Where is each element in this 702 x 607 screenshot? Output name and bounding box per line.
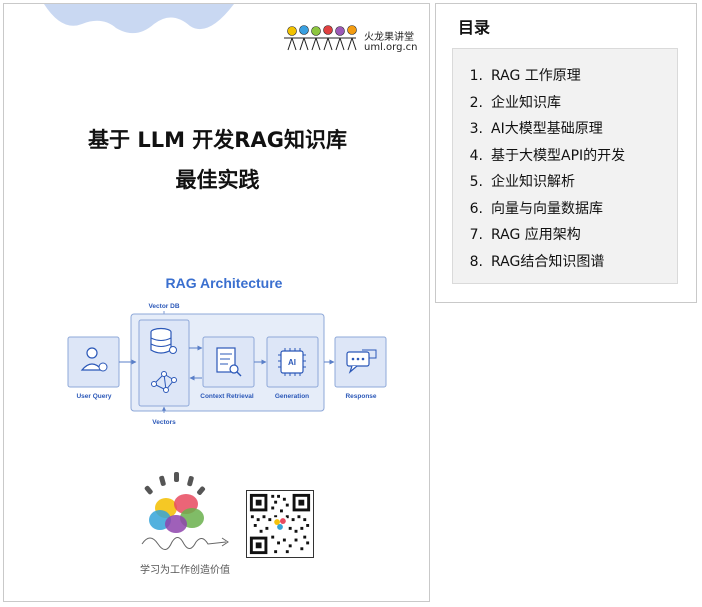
toc-item[interactable]: 8. RAG结合知识图谱 [453,249,677,276]
cover-title-line2: 最佳实践 [175,168,260,192]
table-of-contents: 目录 1. RAG 工作原理 2. 企业知识库 3. AI大模型基础原理 4. 基于大模… [435,3,697,303]
toc-item-label: 向量与向量数据库 [491,200,603,217]
toc-list-box: 1. RAG 工作原理 2. 企业知识库 3. AI大模型基础原理 4. 基于大模型AP… [452,48,678,284]
toc-item-label: RAG结合知识图谱 [491,253,605,270]
label-vectors: Vectors [152,419,176,426]
toc-item-label: AI大模型基础原理 [491,121,603,137]
qr-code [246,490,314,558]
lightbulb-logo-icon [141,472,229,550]
toc-item[interactable]: 7. RAG 应用架构 [453,222,677,249]
toc-item-label: 企业知识解析 [491,174,575,190]
toc-item[interactable]: 4. 基于大模型API的开发 [453,143,677,170]
user-query-box [67,336,120,388]
label-context-retrieval: Context Retrieval [200,393,254,400]
rag-architecture-diagram: RAG Architecture Vector DB AI User Query… [67,275,387,426]
logo-figures-icon [284,25,357,51]
toc-item-label: RAG 应用架构 [491,227,581,243]
toc-list: 1. RAG 工作原理 2. 企业知识库 3. AI大模型基础原理 4. 基于大模型AP… [453,63,677,275]
toc-item-label: 企业知识库 [491,94,561,111]
brand-logo: 火龙果讲堂 uml.org.cn [282,24,422,58]
toc-item-label: RAG 工作原理 [491,68,581,84]
toc-item-label: 基于大模型API的开发 [491,147,626,164]
toc-title: 目录 [458,18,491,37]
decorative-wave [44,4,234,34]
label-generation: Generation [275,393,309,400]
label-vector-db: Vector DB [148,303,179,310]
diagram-title: RAG Architecture [166,275,283,291]
ai-chip-label: AI [288,358,296,367]
brand-site: uml.org.cn [364,42,418,53]
brand-slogan: 学习为工作创造价值 [140,565,230,576]
toc-item[interactable]: 6. 向量与向量数据库 [453,196,677,223]
toc-item[interactable]: 1. RAG 工作原理 [453,63,677,90]
label-user-query: User Query [76,393,111,400]
brand-name: 火龙果讲堂 [364,32,414,43]
cover-title-line1: 基于 LLM 开发RAG知识库 [88,128,347,152]
label-response: Response [345,393,376,400]
cover-page: 火龙果讲堂 uml.org.cn 基于 LLM 开发RAG知识库 最佳实践 RA… [3,3,430,602]
toc-item[interactable]: 5. 企业知识解析 [453,169,677,196]
toc-item[interactable]: 3. AI大模型基础原理 [453,116,677,143]
toc-item[interactable]: 2. 企业知识库 [453,90,677,117]
